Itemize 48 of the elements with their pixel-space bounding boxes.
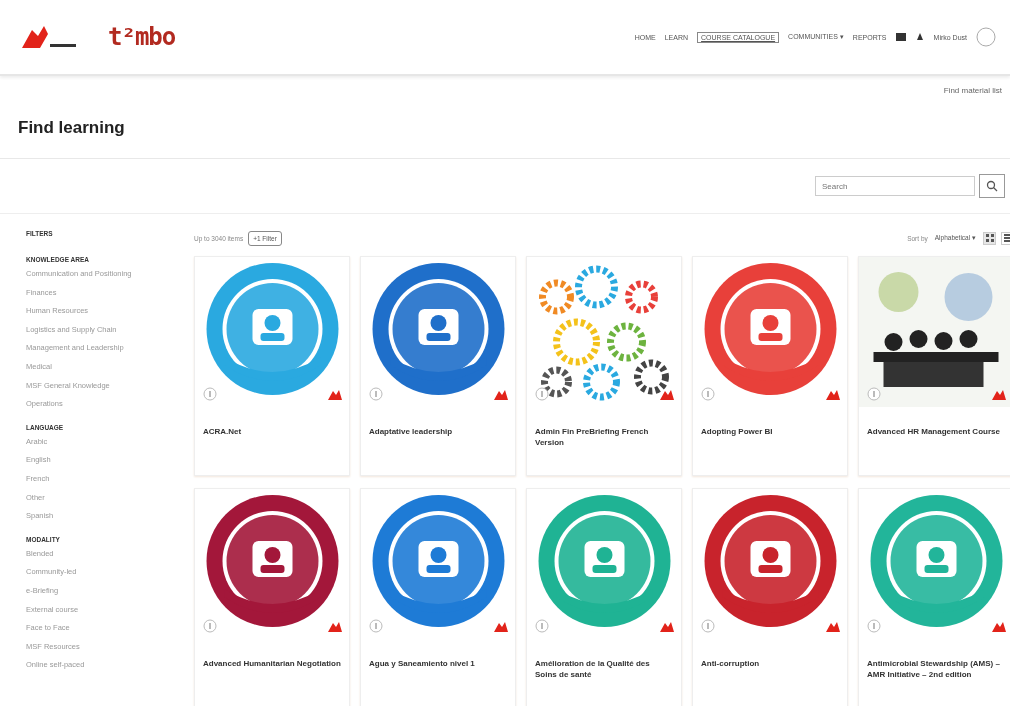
course-card[interactable]: Adopting Power BI bbox=[692, 256, 848, 476]
course-card[interactable]: Anti-corruption bbox=[692, 488, 848, 706]
material-link[interactable]: Find material list bbox=[943, 86, 1002, 98]
course-title[interactable]: Advanced HR Management Course bbox=[859, 407, 1010, 438]
course-type-icon bbox=[535, 387, 549, 401]
course-type-icon bbox=[867, 387, 881, 401]
course-title[interactable]: Agua y Saneamiento nivel 1 bbox=[361, 639, 515, 670]
logo-icon bbox=[659, 621, 675, 633]
course-title[interactable]: Advanced Humanitarian Negotiation bbox=[195, 639, 349, 670]
course-card[interactable]: Advanced HR Management Course bbox=[858, 256, 1010, 476]
course-title[interactable]: Admin Fin PreBriefing French Version bbox=[527, 407, 681, 449]
brand-logo[interactable]: t²mbo bbox=[108, 23, 176, 51]
course-type-icon bbox=[203, 387, 217, 401]
logo-icon bbox=[659, 389, 675, 401]
list-view-button[interactable] bbox=[1001, 231, 1010, 245]
logo-icon bbox=[327, 621, 343, 633]
course-title[interactable]: Adopting Power BI bbox=[693, 407, 847, 438]
search-field[interactable]: Search bbox=[815, 176, 975, 196]
course-type-icon bbox=[369, 387, 383, 401]
search-icon bbox=[986, 180, 998, 192]
logo-icon bbox=[493, 389, 509, 401]
course-type-icon bbox=[701, 387, 715, 401]
course-card[interactable]: ACRA.Net bbox=[194, 256, 350, 476]
course-title[interactable]: Anti-corruption bbox=[693, 639, 847, 670]
course-title[interactable]: Antimicrobial Stewardship (AMS) – AMR Initiative – 2nd edition bbox=[859, 639, 1010, 681]
course-title[interactable]: Adaptative leadership bbox=[361, 407, 515, 438]
logo-icon bbox=[327, 389, 343, 401]
grid-view-button[interactable] bbox=[983, 231, 996, 245]
course-title[interactable]: Amélioration de la Qualité des Soins de santé bbox=[527, 639, 681, 681]
course-type-icon bbox=[867, 619, 881, 633]
course-card[interactable]: Amélioration de la Qualité des Soins de santé bbox=[526, 488, 682, 706]
logo-icon bbox=[493, 621, 509, 633]
course-card[interactable]: Agua y Saneamiento nivel 1 bbox=[360, 488, 516, 706]
logo-icon bbox=[991, 389, 1007, 401]
course-card[interactable]: Admin Fin PreBriefing French Version bbox=[526, 256, 682, 476]
course-type-icon bbox=[203, 619, 217, 633]
logo-icon bbox=[991, 621, 1007, 633]
page-title: Find learning bbox=[18, 118, 125, 138]
course-type-icon bbox=[701, 619, 715, 633]
course-card[interactable]: Advanced Humanitarian Negotiation bbox=[194, 488, 350, 706]
search-button[interactable] bbox=[979, 174, 1005, 198]
course-title[interactable]: ACRA.Net bbox=[195, 407, 349, 438]
course-type-icon bbox=[535, 619, 549, 633]
course-card[interactable]: Adaptative leadership bbox=[360, 256, 516, 476]
logo-icon bbox=[825, 621, 841, 633]
course-card[interactable]: Antimicrobial Stewardship (AMS) – AMR Initiative – 2nd edition bbox=[858, 488, 1010, 706]
course-type-icon bbox=[369, 619, 383, 633]
logo-icon bbox=[825, 389, 841, 401]
